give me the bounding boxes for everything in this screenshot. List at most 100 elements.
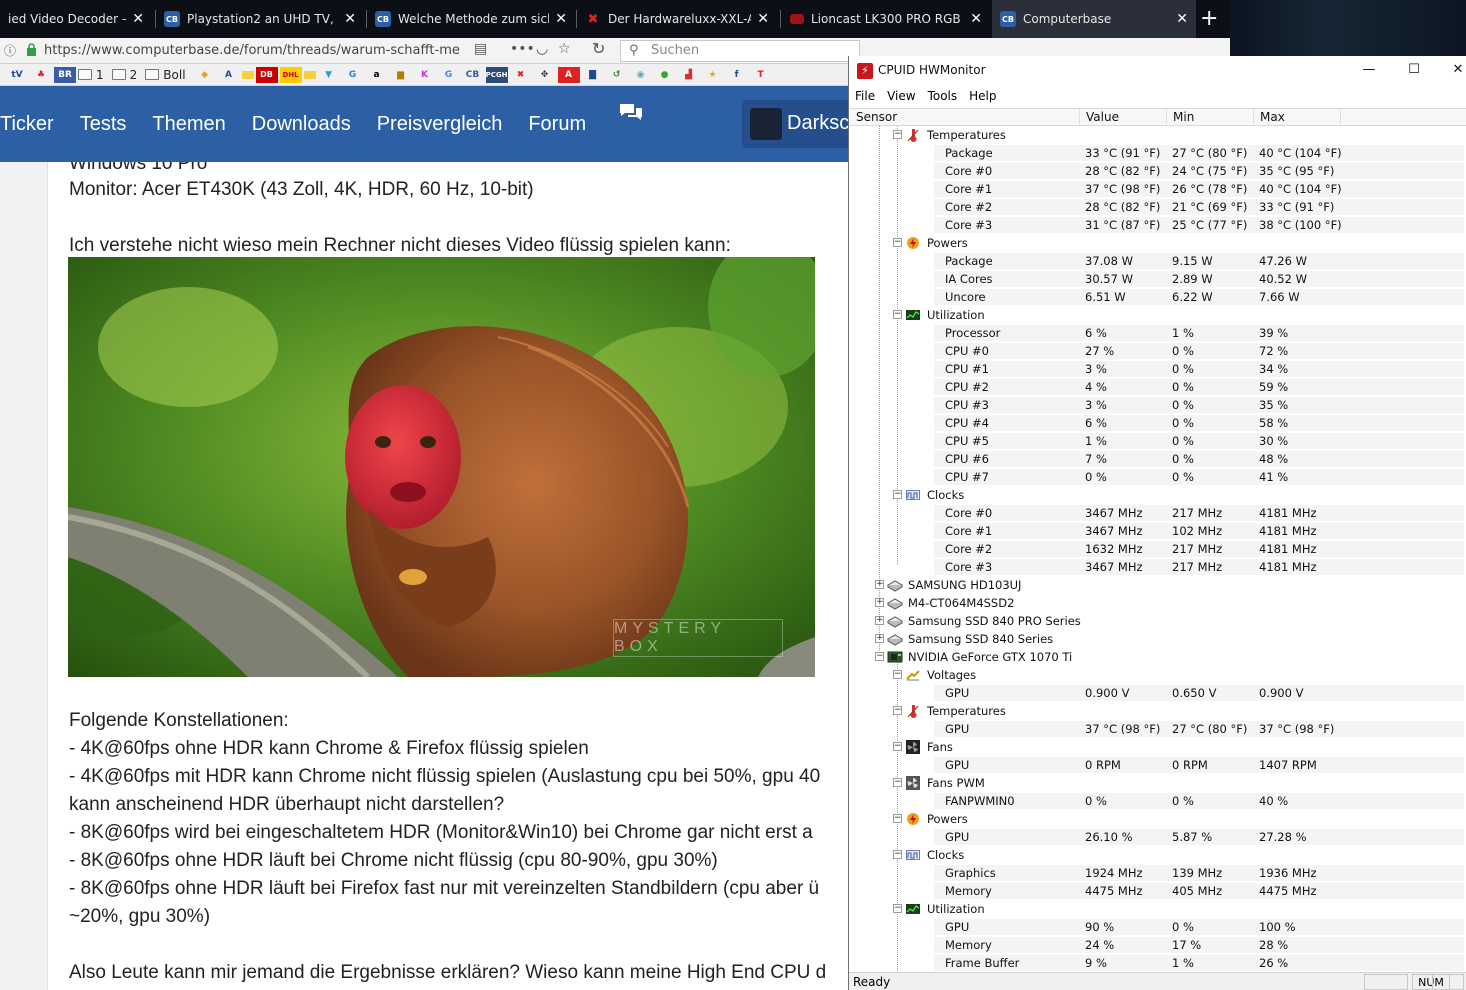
close-tab-icon[interactable]: ✕ bbox=[1176, 11, 1188, 27]
bookmark-icon[interactable]: PCGH bbox=[485, 66, 508, 83]
new-tab-button[interactable]: + bbox=[1200, 6, 1218, 31]
sensor-row[interactable]: GPU 0 RPM 0 RPM 1407 RPM bbox=[850, 756, 1466, 774]
expand-icon[interactable]: + bbox=[875, 634, 884, 643]
nav-forum[interactable]: Forum bbox=[528, 113, 586, 136]
sensor-row[interactable]: Package 33 °C (91 °F) 27 °C (80 °F) 40 °C (… bbox=[850, 144, 1466, 162]
bookmark-icon[interactable]: A bbox=[218, 67, 240, 83]
close-tab-icon[interactable]: ✕ bbox=[757, 11, 769, 27]
column-sensor[interactable]: Sensor bbox=[850, 109, 1080, 126]
bookmark-folder[interactable]: 1 bbox=[78, 68, 104, 82]
collapse-icon[interactable]: − bbox=[893, 706, 902, 715]
search-input[interactable]: ⚲ Suchen bbox=[620, 40, 860, 62]
url-bar[interactable]: https://www.computerbase.de/forum/thread… bbox=[44, 41, 494, 61]
device-row[interactable]: − NVIDIA GeForce GTX 1070 Ti bbox=[850, 648, 1466, 666]
device-row[interactable]: + Samsung SSD 840 PRO Series bbox=[850, 612, 1466, 630]
column-min[interactable]: Min bbox=[1167, 109, 1254, 126]
site-info-icon[interactable]: ⓘ bbox=[4, 42, 16, 59]
sensor-row[interactable]: GPU 90 % 0 % 100 % bbox=[850, 918, 1466, 936]
bookmark-icon[interactable]: ↺ bbox=[606, 67, 628, 83]
sensor-group-row[interactable]: − Fans bbox=[850, 738, 1466, 756]
sensor-row[interactable]: Core #2 1632 MHz 217 MHz 4181 MHz bbox=[850, 540, 1466, 558]
sensor-group-row[interactable]: − Clocks bbox=[850, 846, 1466, 864]
menu-help[interactable]: Help bbox=[969, 89, 996, 103]
sensor-row[interactable]: Package 37.08 W 9.15 W 47.26 W bbox=[850, 252, 1466, 270]
browser-tab[interactable]: ied Video Decoder – Wik ✕ bbox=[0, 0, 152, 38]
minimize-button[interactable]: — bbox=[1346, 56, 1392, 86]
bookmark-icon[interactable]: K bbox=[414, 67, 436, 83]
browser-tab[interactable]: CB Playstation2 an UHD TV, Ke ✕ bbox=[156, 0, 364, 38]
device-row[interactable]: + SAMSUNG HD103UJ bbox=[850, 576, 1466, 594]
sensor-row[interactable]: CPU #3 3 % 0 % 35 % bbox=[850, 396, 1466, 414]
browser-tab[interactable]: CB Welche Methode zum sicher ✕ bbox=[367, 0, 575, 38]
sensor-row[interactable]: CPU #0 27 % 0 % 72 % bbox=[850, 342, 1466, 360]
bookmark-folder[interactable]: Boll bbox=[145, 68, 186, 82]
sensor-row[interactable]: Uncore 6.51 W 6.22 W 7.66 W bbox=[850, 288, 1466, 306]
bookmark-icon[interactable]: ▆ bbox=[390, 67, 412, 83]
nav-ticker[interactable]: Ticker bbox=[0, 113, 54, 136]
sensor-group-row[interactable]: − Voltages bbox=[850, 666, 1466, 684]
browser-tab[interactable]: ✖ Der Hardwareluxx-XXL-Adve ✕ bbox=[577, 0, 777, 38]
bookmark-icon[interactable]: G bbox=[342, 67, 364, 83]
collapse-icon[interactable]: − bbox=[875, 652, 884, 661]
bookmark-icon[interactable]: ● bbox=[654, 67, 676, 83]
device-row[interactable]: + Samsung SSD 840 Series bbox=[850, 630, 1466, 648]
reader-view-icon[interactable]: ▤ bbox=[474, 41, 487, 57]
sensor-row[interactable]: Frame Buffer 9 % 1 % 26 % bbox=[850, 954, 1466, 972]
sensor-row[interactable]: Core #1 37 °C (98 °F) 26 °C (78 °F) 40 °C (… bbox=[850, 180, 1466, 198]
sensor-group-row[interactable]: − Temperatures bbox=[850, 126, 1466, 144]
sensor-row[interactable]: Memory 4475 MHz 405 MHz 4475 MHz bbox=[850, 882, 1466, 900]
menu-view[interactable]: View bbox=[887, 89, 915, 103]
bookmark-icon[interactable]: DB bbox=[255, 66, 278, 83]
sensor-row[interactable]: Processor 6 % 1 % 39 % bbox=[850, 324, 1466, 342]
sensor-row[interactable]: GPU 37 °C (98 °F) 27 °C (80 °F) 37 °C (98 °… bbox=[850, 720, 1466, 738]
expand-icon[interactable]: + bbox=[875, 598, 884, 607]
sensor-row[interactable]: Graphics 1924 MHz 139 MHz 1936 MHz bbox=[850, 864, 1466, 882]
sensor-row[interactable]: Core #3 31 °C (87 °F) 25 °C (77 °F) 38 °C (… bbox=[850, 216, 1466, 234]
menu-file[interactable]: File bbox=[855, 89, 875, 103]
close-tab-icon[interactable]: ✕ bbox=[132, 11, 144, 27]
sensor-row[interactable]: GPU 26.10 % 5.87 % 27.28 % bbox=[850, 828, 1466, 846]
bookmark-icon[interactable]: ♣ bbox=[30, 67, 52, 83]
sensor-row[interactable]: FANPWMIN0 0 % 0 % 40 % bbox=[850, 792, 1466, 810]
sensor-row[interactable]: Core #2 28 °C (82 °F) 21 °C (69 °F) 33 °C (… bbox=[850, 198, 1466, 216]
close-button[interactable]: ✕ bbox=[1435, 56, 1466, 86]
bookmark-icon[interactable]: DHL bbox=[279, 66, 302, 83]
sensor-row[interactable]: IA Cores 30.57 W 2.89 W 40.52 W bbox=[850, 270, 1466, 288]
embedded-video-frame[interactable]: MYSTERY BOX bbox=[68, 257, 815, 677]
browser-tab-active[interactable]: CB Computerbase ✕ bbox=[992, 0, 1196, 38]
bookmark-icon[interactable]: ◆ bbox=[194, 67, 216, 83]
sensor-row[interactable]: CPU #4 6 % 0 % 58 % bbox=[850, 414, 1466, 432]
collapse-icon[interactable]: − bbox=[893, 904, 902, 913]
sensor-row[interactable]: CPU #1 3 % 0 % 34 % bbox=[850, 360, 1466, 378]
sensor-row[interactable]: CPU #2 4 % 0 % 59 % bbox=[850, 378, 1466, 396]
bookmark-icon[interactable]: G bbox=[438, 67, 460, 83]
bookmark-icon[interactable]: f bbox=[726, 67, 748, 83]
expand-icon[interactable]: + bbox=[875, 616, 884, 625]
collapse-icon[interactable]: − bbox=[893, 850, 902, 859]
sensor-group-row[interactable]: − Temperatures bbox=[850, 702, 1466, 720]
bookmark-icon[interactable] bbox=[241, 70, 254, 79]
nav-themen[interactable]: Themen bbox=[152, 113, 225, 136]
nav-preisvergleich[interactable]: Preisvergleich bbox=[377, 113, 503, 136]
column-value[interactable]: Value bbox=[1080, 109, 1167, 126]
bookmark-icon[interactable]: ◉ bbox=[630, 67, 652, 83]
collapse-icon[interactable]: − bbox=[893, 310, 902, 319]
browser-tab[interactable]: Lioncast LK300 PRO RGB Ga ✕ bbox=[782, 0, 990, 38]
bookmark-icon[interactable] bbox=[303, 70, 316, 79]
sensor-row[interactable]: CPU #5 1 % 0 % 30 % bbox=[850, 432, 1466, 450]
sensor-row[interactable]: Memory 24 % 17 % 28 % bbox=[850, 936, 1466, 954]
sensor-group-row[interactable]: − Fans PWM bbox=[850, 774, 1466, 792]
bookmark-folder[interactable]: 2 bbox=[111, 68, 137, 82]
pocket-icon[interactable]: ◡ bbox=[536, 41, 548, 57]
bookmark-icon[interactable]: BR bbox=[54, 66, 76, 83]
sensor-group-row[interactable]: − Powers bbox=[850, 810, 1466, 828]
maximize-button[interactable]: ☐ bbox=[1391, 56, 1437, 86]
collapse-icon[interactable]: − bbox=[893, 742, 902, 751]
bookmark-icon[interactable]: T bbox=[750, 67, 772, 83]
bookmark-icon[interactable]: a bbox=[366, 67, 388, 83]
bookmark-icon[interactable]: ★ bbox=[702, 67, 724, 83]
bookmark-icon[interactable]: A bbox=[557, 66, 580, 83]
nav-downloads[interactable]: Downloads bbox=[252, 113, 351, 136]
bookmark-icon[interactable]: ✥ bbox=[534, 67, 556, 83]
sensor-row[interactable]: Core #3 3467 MHz 217 MHz 4181 MHz bbox=[850, 558, 1466, 576]
